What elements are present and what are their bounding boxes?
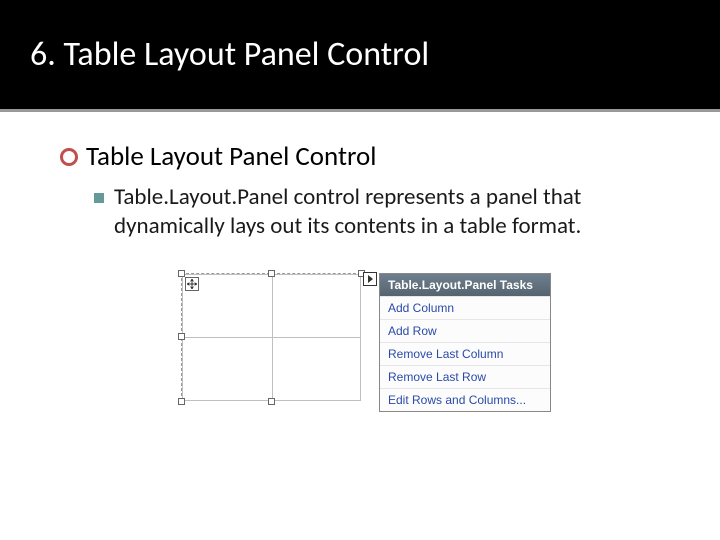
move-handle-icon[interactable] <box>185 277 199 291</box>
tasks-panel: Table.Layout.Panel Tasks Add Column Add … <box>379 273 551 412</box>
resize-handle[interactable] <box>178 398 185 405</box>
table-layout-panel[interactable] <box>181 273 361 401</box>
circle-bullet-icon <box>60 148 78 166</box>
bullet2-text: Table.Layout.Panel control represents a … <box>114 183 672 241</box>
designer: Table.Layout.Panel Tasks Add Column Add … <box>181 273 551 412</box>
resize-handle[interactable] <box>268 270 275 277</box>
title-band: 6. Table Layout Panel Control <box>0 0 720 112</box>
bullet-level1: Table Layout Panel Control <box>60 140 672 173</box>
task-edit-rows-columns[interactable]: Edit Rows and Columns... <box>380 388 550 411</box>
tasks-header: Table.Layout.Panel Tasks <box>380 274 550 296</box>
task-remove-last-column[interactable]: Remove Last Column <box>380 342 550 365</box>
task-add-row[interactable]: Add Row <box>380 319 550 342</box>
task-add-column[interactable]: Add Column <box>380 296 550 319</box>
content-area: Table Layout Panel Control Table.Layout.… <box>0 112 720 412</box>
task-remove-last-row[interactable]: Remove Last Row <box>380 365 550 388</box>
bullet1-text: Table Layout Panel Control <box>86 140 376 173</box>
resize-handle[interactable] <box>178 333 185 340</box>
resize-handle[interactable] <box>268 398 275 405</box>
square-bullet-icon <box>94 193 104 203</box>
bullet-level2: Table.Layout.Panel control represents a … <box>94 183 672 241</box>
smart-tag-icon[interactable] <box>363 272 377 286</box>
slide-title: 6. Table Layout Panel Control <box>30 34 429 75</box>
designer-screenshot: Table.Layout.Panel Tasks Add Column Add … <box>60 273 672 412</box>
resize-handle[interactable] <box>178 270 185 277</box>
